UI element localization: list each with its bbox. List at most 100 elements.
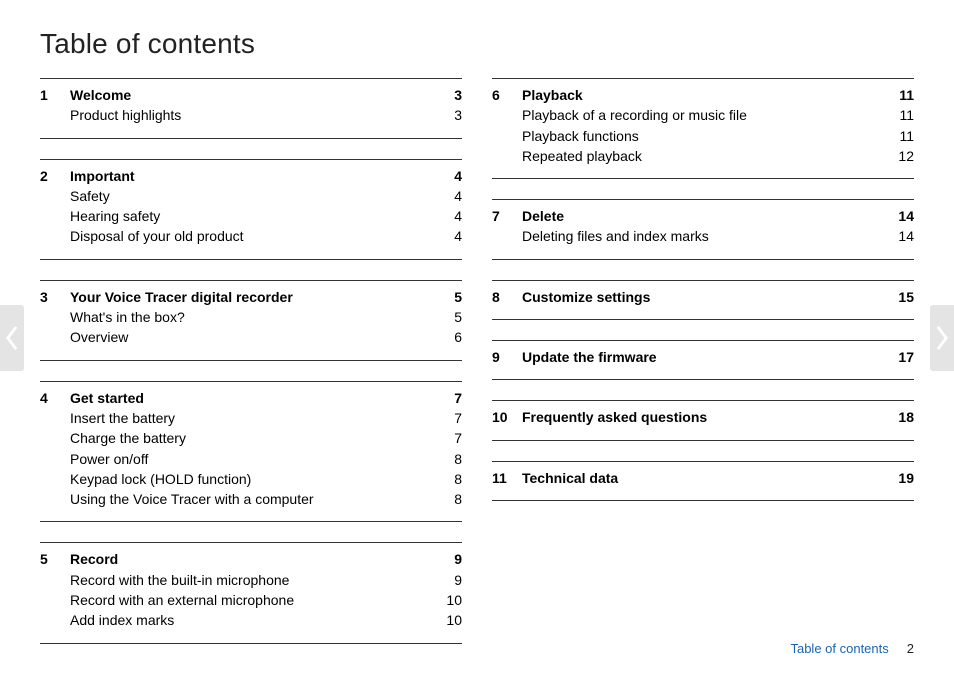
toc-heading[interactable]: 7Delete14 xyxy=(492,206,914,226)
toc-columns: 1Welcome3Product highlights32Important4S… xyxy=(40,78,914,664)
toc-entry[interactable]: Insert the battery7 xyxy=(40,408,462,428)
toc-section: 2Important4Safety4Hearing safety4Disposa… xyxy=(40,159,462,260)
toc-section: 3Your Voice Tracer digital recorder5What… xyxy=(40,280,462,361)
section-page: 7 xyxy=(436,388,462,408)
document-page: Table of contents 1Welcome3Product highl… xyxy=(40,20,914,656)
toc-entry[interactable]: Playback of a recording or music file11 xyxy=(492,105,914,125)
entry-page: 4 xyxy=(436,206,462,226)
toc-entry[interactable]: Record with an external microphone10 xyxy=(40,590,462,610)
toc-heading[interactable]: 1Welcome3 xyxy=(40,85,462,105)
entry-page: 4 xyxy=(436,186,462,206)
chevron-right-icon xyxy=(935,324,949,352)
toc-heading[interactable]: 11Technical data19 xyxy=(492,468,914,488)
entry-label: What's in the box? xyxy=(64,307,436,327)
toc-entry[interactable]: Overview6 xyxy=(40,327,462,347)
section-number: 2 xyxy=(40,166,64,186)
section-number: 5 xyxy=(40,549,64,569)
section-title: Get started xyxy=(64,388,436,408)
toc-entry[interactable]: Charge the battery7 xyxy=(40,428,462,448)
toc-section: 11Technical data19 xyxy=(492,461,914,501)
entry-label: Overview xyxy=(64,327,436,347)
entry-page: 7 xyxy=(436,408,462,428)
entry-label: Keypad lock (HOLD function) xyxy=(64,469,436,489)
section-number: 10 xyxy=(492,407,516,427)
section-number: 3 xyxy=(40,287,64,307)
toc-entry[interactable]: Deleting files and index marks14 xyxy=(492,226,914,246)
section-page: 5 xyxy=(436,287,462,307)
toc-heading[interactable]: 6Playback11 xyxy=(492,85,914,105)
prev-page-button[interactable] xyxy=(0,305,24,371)
toc-heading[interactable]: 3Your Voice Tracer digital recorder5 xyxy=(40,287,462,307)
entry-page: 3 xyxy=(436,105,462,125)
entry-label: Add index marks xyxy=(64,610,436,630)
section-page: 11 xyxy=(888,85,914,105)
next-page-button[interactable] xyxy=(930,305,954,371)
toc-heading[interactable]: 4Get started7 xyxy=(40,388,462,408)
section-number: 9 xyxy=(492,347,516,367)
toc-entry[interactable]: Add index marks10 xyxy=(40,610,462,630)
section-title: Delete xyxy=(516,206,888,226)
entry-page: 8 xyxy=(436,469,462,489)
entry-page: 4 xyxy=(436,226,462,246)
toc-section: 4Get started7Insert the battery7Charge t… xyxy=(40,381,462,523)
toc-entry[interactable]: Disposal of your old product4 xyxy=(40,226,462,246)
section-page: 9 xyxy=(436,549,462,569)
entry-label: Playback functions xyxy=(516,126,888,146)
entry-label: Power on/off xyxy=(64,449,436,469)
entry-page: 9 xyxy=(436,570,462,590)
section-title: Customize settings xyxy=(516,287,888,307)
toc-heading[interactable]: 10Frequently asked questions18 xyxy=(492,407,914,427)
entry-label: Safety xyxy=(64,186,436,206)
page-footer: Table of contents 2 xyxy=(790,641,914,656)
toc-entry[interactable]: Product highlights3 xyxy=(40,105,462,125)
footer-label: Table of contents xyxy=(790,641,888,656)
section-title: Update the firmware xyxy=(516,347,888,367)
toc-entry[interactable]: Keypad lock (HOLD function)8 xyxy=(40,469,462,489)
section-page: 19 xyxy=(888,468,914,488)
entry-page: 7 xyxy=(436,428,462,448)
section-title: Important xyxy=(64,166,436,186)
toc-entry[interactable]: Repeated playback12 xyxy=(492,146,914,166)
entry-label: Record with an external microphone xyxy=(64,590,436,610)
chevron-left-icon xyxy=(5,324,19,352)
toc-section: 8Customize settings15 xyxy=(492,280,914,320)
toc-section: 5Record9Record with the built-in microph… xyxy=(40,542,462,643)
entry-label: Deleting files and index marks xyxy=(516,226,888,246)
toc-heading[interactable]: 5Record9 xyxy=(40,549,462,569)
toc-heading[interactable]: 9Update the firmware17 xyxy=(492,347,914,367)
section-page: 17 xyxy=(888,347,914,367)
section-number: 11 xyxy=(492,468,516,488)
section-page: 3 xyxy=(436,85,462,105)
toc-entry[interactable]: What's in the box?5 xyxy=(40,307,462,327)
section-number: 4 xyxy=(40,388,64,408)
section-page: 18 xyxy=(888,407,914,427)
section-number: 1 xyxy=(40,85,64,105)
section-title: Welcome xyxy=(64,85,436,105)
section-title: Technical data xyxy=(516,468,888,488)
entry-label: Record with the built-in microphone xyxy=(64,570,436,590)
toc-entry[interactable]: Hearing safety4 xyxy=(40,206,462,226)
entry-label: Hearing safety xyxy=(64,206,436,226)
section-number: 7 xyxy=(492,206,516,226)
entry-page: 12 xyxy=(888,146,914,166)
toc-entry[interactable]: Using the Voice Tracer with a computer8 xyxy=(40,489,462,509)
toc-heading[interactable]: 8Customize settings15 xyxy=(492,287,914,307)
toc-entry[interactable]: Playback functions11 xyxy=(492,126,914,146)
toc-column-left: 1Welcome3Product highlights32Important4S… xyxy=(40,78,462,664)
toc-entry[interactable]: Power on/off8 xyxy=(40,449,462,469)
entry-page: 14 xyxy=(888,226,914,246)
toc-entry[interactable]: Record with the built-in microphone9 xyxy=(40,570,462,590)
toc-entry[interactable]: Safety4 xyxy=(40,186,462,206)
section-page: 15 xyxy=(888,287,914,307)
section-page: 4 xyxy=(436,166,462,186)
entry-page: 5 xyxy=(436,307,462,327)
section-title: Playback xyxy=(516,85,888,105)
entry-page: 8 xyxy=(436,489,462,509)
entry-label: Insert the battery xyxy=(64,408,436,428)
footer-page-number: 2 xyxy=(907,641,914,656)
entry-page: 11 xyxy=(888,126,914,146)
section-title: Your Voice Tracer digital recorder xyxy=(64,287,436,307)
entry-page: 11 xyxy=(888,105,914,125)
toc-heading[interactable]: 2Important4 xyxy=(40,166,462,186)
entry-label: Playback of a recording or music file xyxy=(516,105,888,125)
